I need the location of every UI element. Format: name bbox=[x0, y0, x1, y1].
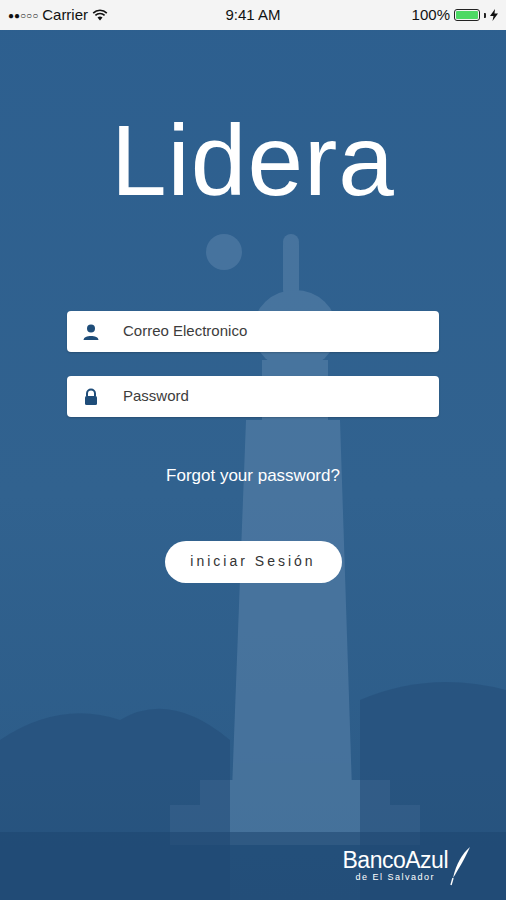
carrier-name: Carrier bbox=[42, 4, 88, 27]
status-left: ●●○○○ Carrier bbox=[8, 4, 178, 27]
footer: BancoAzulde El Salvador bbox=[0, 832, 506, 900]
battery-icon bbox=[454, 9, 480, 21]
login-content: Lidera Forgot your password? iniciar Sesió… bbox=[0, 30, 506, 832]
signal-strength: ●●○○○ bbox=[8, 8, 38, 23]
feather-icon bbox=[450, 846, 472, 886]
password-field bbox=[67, 376, 439, 417]
battery-tip bbox=[484, 13, 486, 18]
person-icon bbox=[81, 322, 101, 342]
lock-icon bbox=[81, 387, 101, 407]
status-right: 100% bbox=[328, 4, 498, 27]
login-button[interactable]: iniciar Sesión bbox=[165, 541, 342, 583]
charging-icon bbox=[490, 9, 498, 21]
login-screen: ●●○○○ Carrier 9:41 AM 100% Lidera Forgot your… bbox=[0, 0, 506, 900]
email-field bbox=[67, 311, 439, 352]
battery-percent: 100% bbox=[412, 4, 450, 27]
login-form bbox=[67, 311, 439, 417]
forgot-password-link[interactable]: Forgot your password? bbox=[166, 463, 340, 489]
clock: 9:41 AM bbox=[225, 4, 280, 27]
bank-name: BancoAzul bbox=[343, 849, 448, 872]
email-input[interactable] bbox=[101, 311, 427, 352]
app-title: Lidera bbox=[111, 108, 395, 213]
status-bar: ●●○○○ Carrier 9:41 AM 100% bbox=[0, 0, 506, 30]
battery-fill bbox=[456, 11, 478, 19]
wifi-icon bbox=[92, 9, 108, 21]
bank-tagline: de El Salvador bbox=[355, 872, 435, 883]
bank-logo-text: BancoAzulde El Salvador bbox=[343, 849, 448, 883]
bank-logo: BancoAzulde El Salvador bbox=[343, 846, 472, 886]
password-input[interactable] bbox=[101, 376, 427, 417]
